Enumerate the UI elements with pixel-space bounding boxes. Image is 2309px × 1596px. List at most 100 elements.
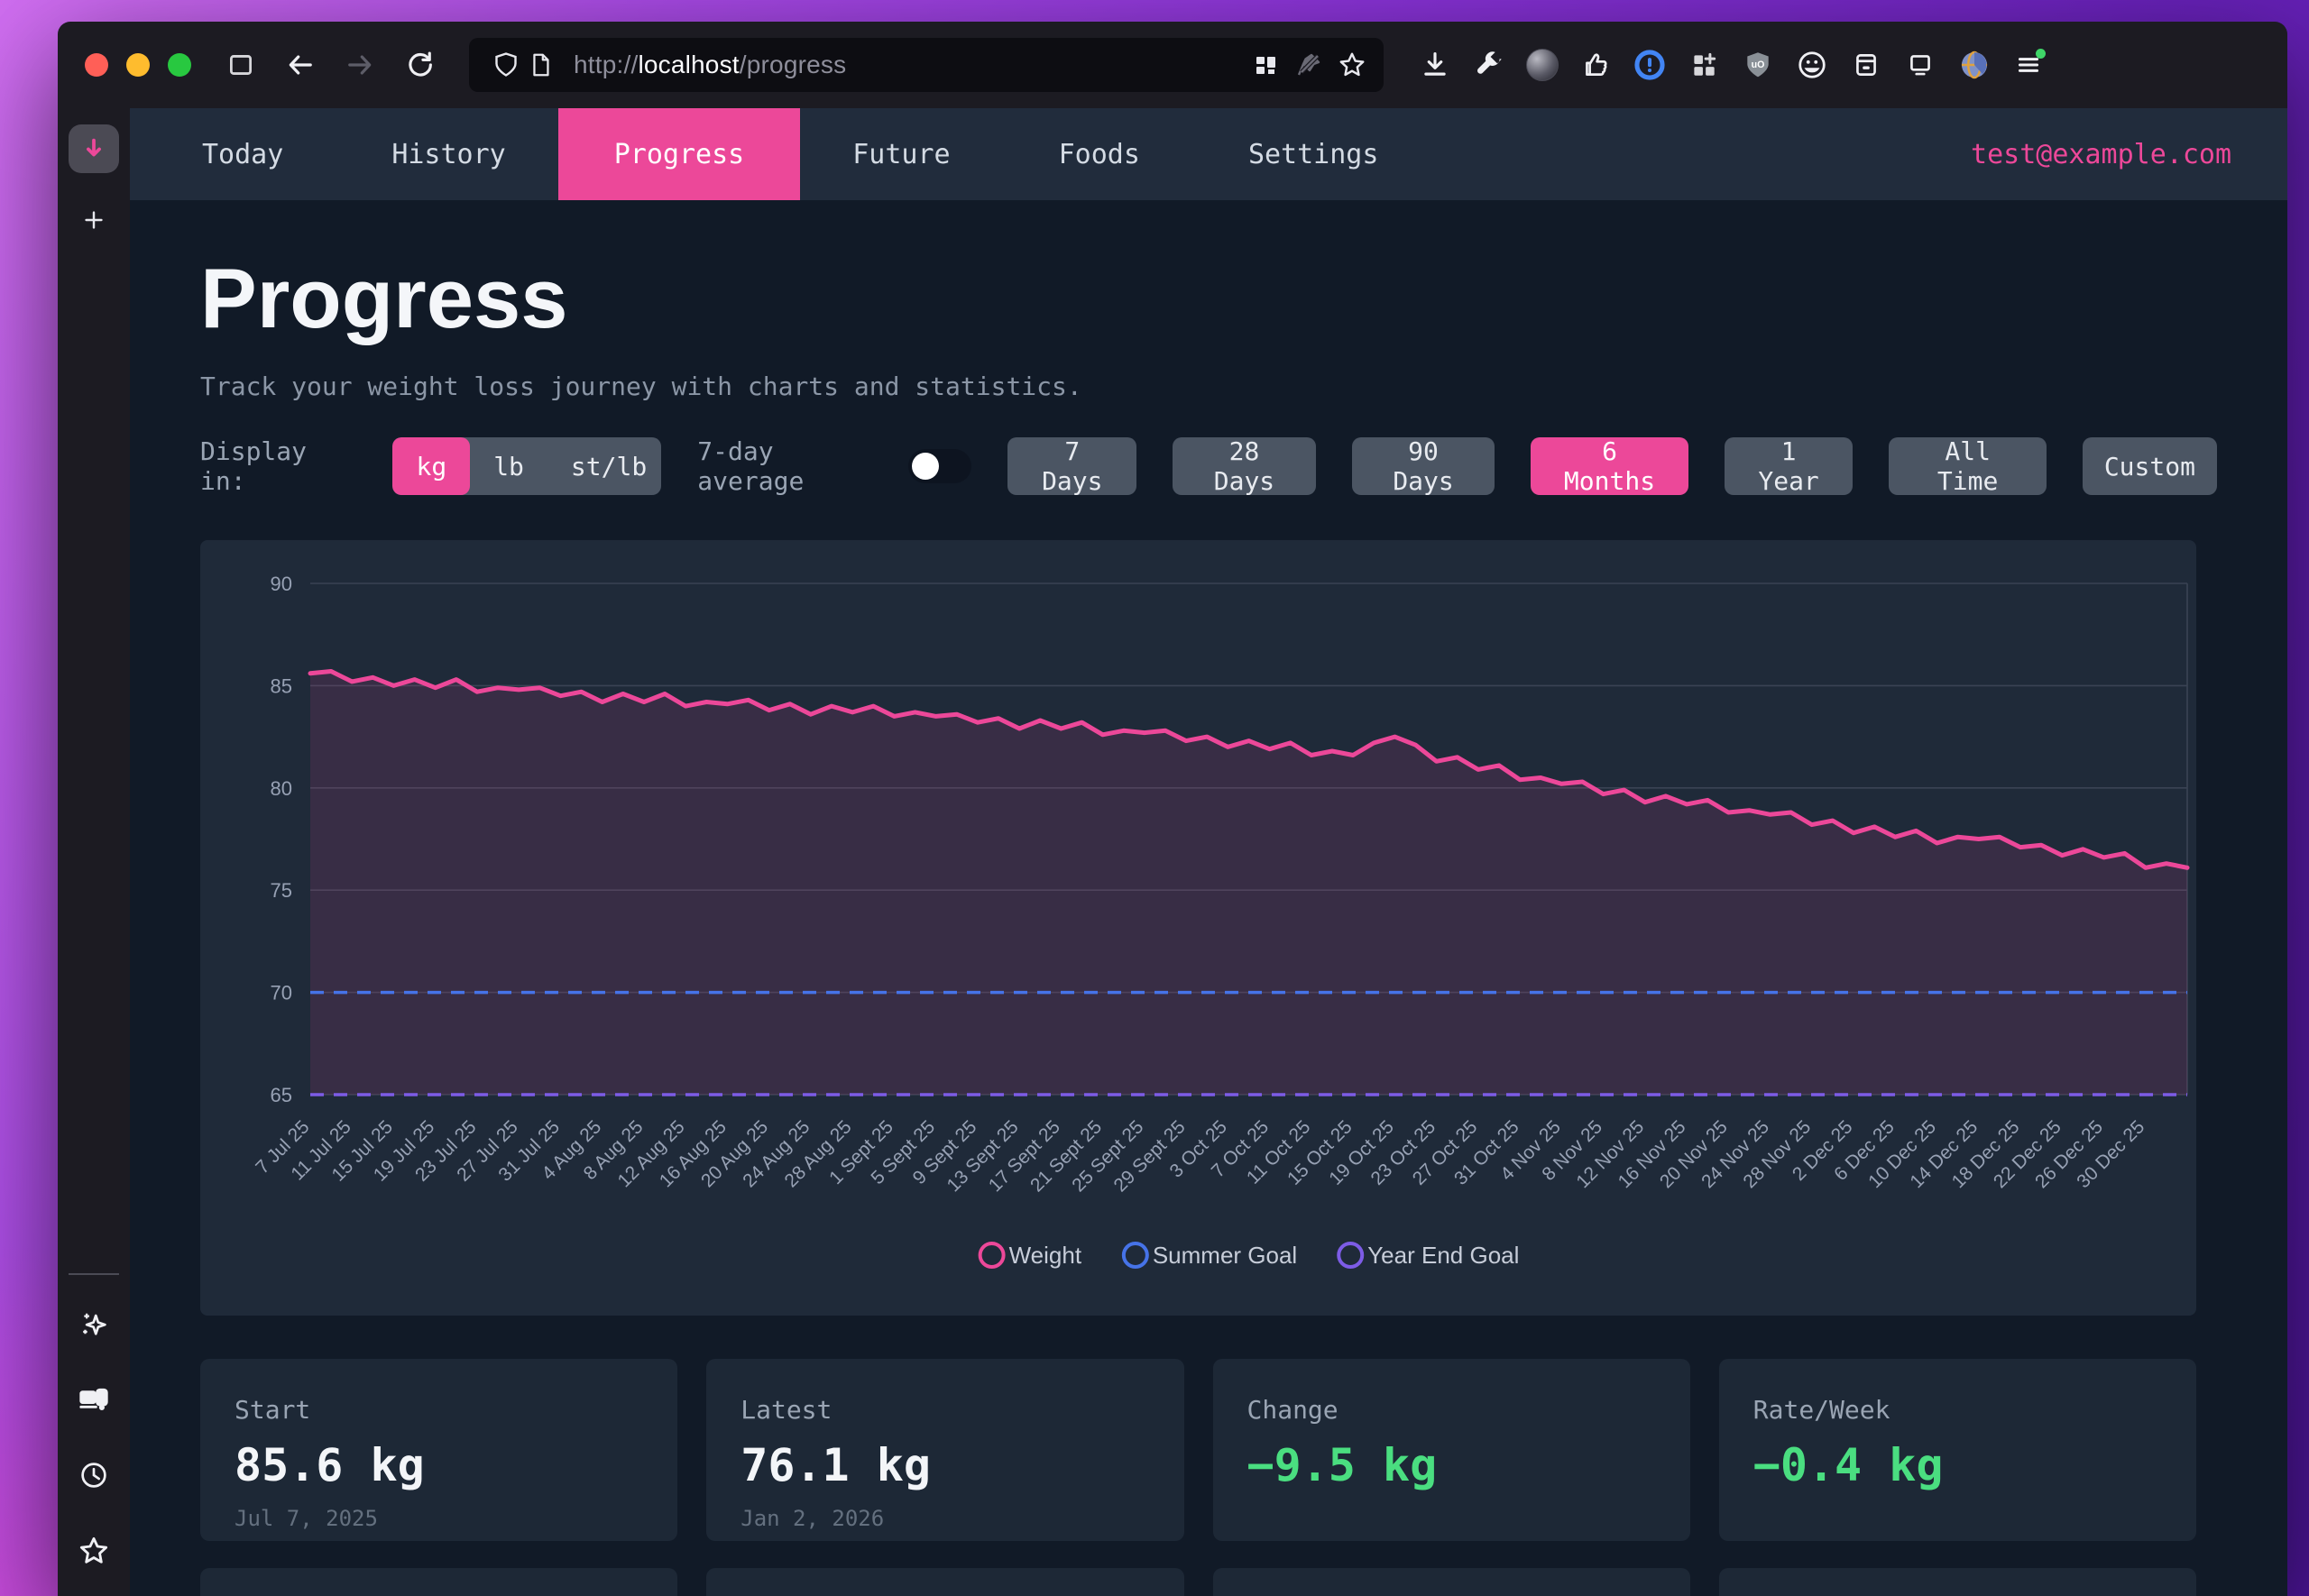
nav-item-settings[interactable]: Settings [1248, 108, 1379, 200]
stat-card-partial [200, 1568, 677, 1596]
weight-chart-panel: 6570758085907 Jul 2511 Jul 2515 Jul 2519… [200, 540, 2196, 1316]
app-navbar: Today History Progress Future Foods Sett… [130, 108, 2287, 200]
stats-row-2 [200, 1568, 2196, 1596]
range-90-days-button[interactable]: 90 Days [1352, 437, 1495, 495]
picture-in-picture-icon[interactable] [1248, 48, 1283, 82]
globe-icon[interactable] [1957, 48, 1992, 82]
stat-label: Latest [741, 1395, 1147, 1425]
unit-option-stlb[interactable]: st/lb [547, 437, 661, 495]
weight-chart-svg[interactable]: 6570758085907 Jul 2511 Jul 2515 Jul 2519… [200, 540, 2196, 1316]
bookmark-star-icon[interactable] [1335, 48, 1369, 82]
range-1-year-button[interactable]: 1 Year [1725, 437, 1854, 495]
stats-row: Start 85.6 kg Jul 7, 2025 Latest 76.1 kg… [200, 1359, 2196, 1541]
legend-label: Year End Goal [1367, 1242, 1519, 1269]
stat-card-partial [1719, 1568, 2196, 1596]
stat-value: −0.4 kg [1753, 1439, 2160, 1491]
legend-item[interactable]: Weight [980, 1242, 1082, 1269]
round-badge-icon[interactable] [1795, 48, 1829, 82]
stat-label: Rate/Week [1753, 1395, 2160, 1425]
reload-icon[interactable] [402, 48, 437, 82]
devices-sync-icon[interactable] [77, 1382, 111, 1421]
nav-item-future[interactable]: Future [852, 108, 950, 200]
stat-value: 85.6 kg [235, 1439, 641, 1491]
thumbs-up-extension-icon[interactable] [1578, 48, 1613, 82]
unit-option-kg[interactable]: kg [392, 437, 470, 495]
range-28-days-button[interactable]: 28 Days [1173, 437, 1316, 495]
stat-card-start: Start 85.6 kg Jul 7, 2025 [200, 1359, 677, 1541]
url-path: /progress [740, 50, 847, 78]
nav-item-foods[interactable]: Foods [1059, 108, 1140, 200]
y-tick-label: 70 [271, 982, 292, 1004]
desktop: { "browser": { "url": { "prefix": "http:… [0, 0, 2309, 1596]
y-tick-label: 75 [271, 879, 292, 902]
toggle-knob [912, 453, 939, 480]
onepassword-icon[interactable] [1633, 48, 1667, 82]
range-buttons: 7 Days 28 Days 90 Days 6 Months 1 Year A… [1007, 437, 2217, 495]
browser-window: http://localhost/progress [58, 22, 2287, 1596]
downloads-icon[interactable] [1418, 48, 1452, 82]
page-info-icon[interactable] [523, 48, 557, 82]
nav-item-today[interactable]: Today [202, 108, 283, 200]
tracking-shield-icon[interactable] [489, 48, 523, 82]
url-bar[interactable]: http://localhost/progress [469, 38, 1384, 92]
nav-item-history[interactable]: History [391, 108, 505, 200]
nav-item-progress[interactable]: Progress [558, 108, 801, 200]
stat-sub: Jan 2, 2026 [741, 1506, 1147, 1531]
sidebar-divider [69, 1273, 119, 1275]
progress-page: Progress Track your weight loss journey … [130, 200, 2287, 1596]
y-tick-label: 65 [271, 1084, 292, 1106]
wrench-icon[interactable] [1472, 48, 1506, 82]
page-subtitle: Track your weight loss journey with char… [200, 371, 2217, 401]
pin-tab-disabled-icon[interactable] [1292, 48, 1326, 82]
bookmarks-star-icon[interactable] [77, 1534, 111, 1573]
profile-avatar[interactable] [1526, 49, 1559, 81]
url-host: localhost [638, 50, 739, 78]
zoom-window-button[interactable] [168, 53, 191, 77]
legend-item[interactable]: Year End Goal [1338, 1242, 1519, 1269]
y-tick-label: 80 [271, 777, 292, 800]
stat-card-rate: Rate/Week −0.4 kg [1719, 1359, 2196, 1541]
forward-icon[interactable] [343, 48, 377, 82]
stat-card-partial [706, 1568, 1183, 1596]
minimize-window-button[interactable] [126, 53, 150, 77]
legend-label: Weight [1009, 1242, 1082, 1269]
avg-toggle-label: 7-day average [697, 436, 888, 496]
stat-value: −9.5 kg [1247, 1439, 1654, 1491]
account-email[interactable]: test@example.com [1971, 139, 2231, 170]
back-icon[interactable] [283, 48, 317, 82]
browser-toolbar: http://localhost/progress [58, 22, 2287, 108]
stat-card-change: Change −9.5 kg [1213, 1359, 1690, 1541]
range-7-days-button[interactable]: 7 Days [1007, 437, 1136, 495]
history-clock-icon[interactable] [78, 1459, 110, 1496]
legend-item[interactable]: Summer Goal [1124, 1242, 1297, 1269]
vertical-tab-strip [58, 108, 130, 1596]
range-custom-button[interactable]: Custom [2083, 437, 2217, 495]
device-screen-icon[interactable] [1903, 48, 1937, 82]
close-window-button[interactable] [85, 53, 108, 77]
tab-favicon-down-arrow-icon [80, 135, 107, 162]
legend-ring-icon [1124, 1243, 1147, 1267]
new-tab-button[interactable] [69, 198, 119, 242]
active-tab-button[interactable] [69, 124, 119, 173]
url-text[interactable]: http://localhost/progress [574, 50, 846, 79]
page-content: Today History Progress Future Foods Sett… [130, 108, 2287, 1596]
unit-option-lb[interactable]: lb [470, 437, 547, 495]
container-box-icon[interactable] [1849, 48, 1883, 82]
url-scheme: http:// [574, 50, 638, 78]
stat-card-latest: Latest 76.1 kg Jan 2, 2026 [706, 1359, 1183, 1541]
range-all-time-button[interactable]: All Time [1889, 437, 2046, 495]
chart-legend: Weight Summer Goal Year End Goal [980, 1242, 1520, 1269]
ublock-shield-icon[interactable]: uO [1741, 48, 1775, 82]
weight-area-fill [310, 672, 2187, 1096]
ai-sparkles-icon[interactable] [78, 1307, 110, 1344]
menu-hamburger-icon[interactable] [2011, 48, 2046, 82]
range-6-months-button[interactable]: 6 Months [1531, 437, 1688, 495]
unit-segmented-control: kg lb st/lb [392, 437, 661, 495]
extensions-puzzle-icon[interactable] [1687, 48, 1721, 82]
avg-toggle-switch[interactable] [908, 449, 971, 483]
menu-update-badge [2036, 49, 2046, 59]
sidebar-toggle-icon[interactable] [224, 48, 258, 82]
y-tick-label: 90 [271, 573, 292, 595]
extension-toolbar: uO [1418, 48, 2046, 82]
stat-card-partial [1213, 1568, 1690, 1596]
